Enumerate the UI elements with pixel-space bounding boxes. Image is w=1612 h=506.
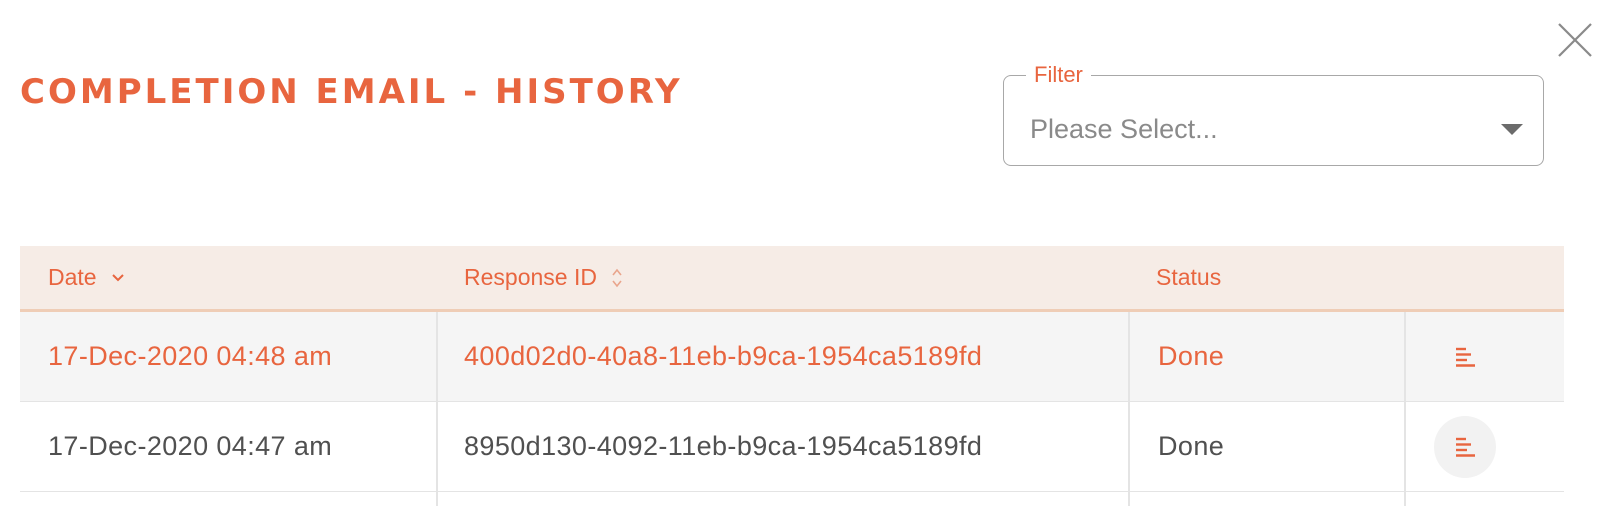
column-divider (1128, 312, 1130, 401)
column-divider (1404, 402, 1406, 491)
page-title: COMPLETION EMAIL - HISTORY (20, 72, 683, 112)
column-divider (1404, 492, 1406, 506)
row-date: 17-Dec-2020 04:47 am (48, 431, 333, 461)
filter-label: Filter (1034, 62, 1083, 87)
chevron-down-icon[interactable] (111, 273, 125, 283)
table-header: Date Response ID Status (20, 246, 1564, 312)
row-response-id: 8950d130-4092-11eb-b9ca-1954ca5189fd (464, 431, 983, 461)
completion-email-history-dialog: COMPLETION EMAIL - HISTORY Filter Please… (0, 0, 1612, 506)
column-header-response-id[interactable]: Response ID (464, 246, 623, 309)
column-divider (436, 312, 438, 401)
details-lines-icon[interactable] (1434, 326, 1496, 388)
table-row[interactable]: 17-Dec-2020 04:47 am 8950d130-4092-11eb-… (20, 402, 1564, 492)
filter-select[interactable]: Filter Please Select... (1003, 64, 1544, 166)
column-divider (1128, 402, 1130, 491)
row-response-id: 400d02d0-40a8-11eb-b9ca-1954ca5189fd (464, 341, 983, 371)
column-divider (1404, 312, 1406, 401)
table-row[interactable]: 17-Dec-2020 04:48 am 400d02d0-40a8-11eb-… (20, 312, 1564, 402)
column-header-label: Status (1156, 264, 1222, 290)
column-header-label: Response ID (464, 264, 597, 290)
row-status: Done (1158, 341, 1225, 371)
column-header-label: Date (48, 264, 97, 290)
caret-down-icon[interactable] (1501, 124, 1523, 135)
column-divider (436, 492, 438, 506)
sort-updown-icon[interactable] (611, 267, 623, 289)
close-icon[interactable] (1556, 21, 1594, 59)
column-header-status: Status (1156, 246, 1221, 309)
history-table: Date Response ID Status 17-Dec-2020 04:4… (20, 246, 1564, 506)
row-date: 17-Dec-2020 04:48 am (48, 341, 333, 371)
details-lines-icon[interactable] (1434, 416, 1496, 478)
filter-value: Please Select... (1030, 114, 1218, 144)
table-row-partial (20, 492, 1564, 506)
row-status: Done (1158, 431, 1225, 461)
column-header-date[interactable]: Date (48, 246, 125, 309)
column-divider (436, 402, 438, 491)
column-divider (1128, 492, 1130, 506)
